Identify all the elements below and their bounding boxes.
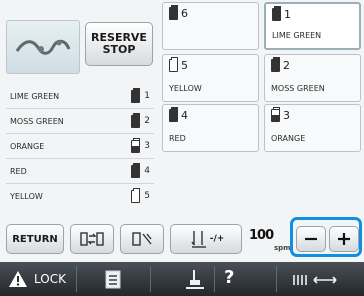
spool-icon (131, 162, 141, 178)
needle-icon (191, 231, 206, 248)
color-name: MOSS GREEN (10, 116, 64, 126)
needle-number: 2 (144, 116, 150, 126)
embroidery-panel: RESERVE STOP LIME GREEN 1 MOSS GREEN 2 O… (0, 0, 364, 257)
list-item[interactable]: ORANGE 3 (6, 133, 154, 158)
list-item[interactable]: LIME GREEN 1 (6, 84, 154, 108)
spool-icon (131, 187, 141, 203)
speed-value: 100 (249, 228, 274, 243)
speed-unit: spm (274, 244, 291, 252)
needle-id: 5 (181, 59, 188, 72)
list-item[interactable]: YELLOW 5 (6, 183, 154, 208)
spool-icon (131, 87, 141, 103)
color-name: ORANGE (10, 141, 45, 151)
needle-number: 4 (144, 166, 150, 176)
needle-cell-2[interactable]: 2 MOSS GREEN (264, 54, 361, 102)
speed-adjust-label: -/+ (209, 234, 225, 244)
needle-color-name: RED (169, 134, 186, 143)
list-item[interactable]: RED 4 (6, 158, 154, 183)
needle-id: 4 (181, 109, 188, 122)
needle-id: 6 (181, 7, 188, 20)
spool-icon (271, 107, 280, 122)
needle-cell-1[interactable]: 1 LIME GREEN (264, 2, 361, 50)
list-item[interactable]: MOSS GREEN 2 (6, 108, 154, 133)
color-name: YELLOW (10, 191, 43, 201)
spool-icon (169, 57, 178, 72)
needle-id: 3 (283, 109, 290, 122)
reserve-stop-label-line2: STOP (102, 43, 136, 56)
thread-trim-icon (132, 232, 152, 246)
spool-icon (169, 107, 178, 122)
machine-icon[interactable] (184, 268, 206, 290)
spool-icon (131, 137, 141, 153)
reserve-stop-button[interactable]: RESERVE STOP (85, 22, 153, 66)
needle-color-name: YELLOW (169, 84, 202, 93)
needle-cell-4[interactable]: 4 RED (162, 104, 259, 152)
highlight-frame (290, 217, 362, 257)
return-button[interactable]: RETURN (6, 224, 64, 254)
lock-icon (9, 271, 27, 287)
needle-number: 5 (144, 191, 150, 201)
needle-id: 1 (284, 8, 291, 21)
needle-cell-6[interactable]: 6 (162, 2, 259, 50)
needle-color-name: ORANGE (271, 134, 306, 143)
speed-adjust-button[interactable]: -/+ (170, 224, 242, 254)
lock-button[interactable]: LOCK (8, 270, 66, 288)
speed-display: 100 spm (249, 228, 290, 254)
color-name: LIME GREEN (10, 91, 60, 101)
needle-cell-5[interactable]: 5 YELLOW (162, 54, 259, 102)
swap-needles-icon (80, 232, 104, 246)
swap-needles-button[interactable] (70, 224, 114, 254)
needle-cell-3[interactable]: 3 ORANGE (264, 104, 361, 152)
needle-number: 1 (144, 91, 150, 101)
help-button[interactable]: ? (224, 267, 234, 288)
needle-bar-move-icon[interactable] (292, 272, 340, 288)
thread-color-list: LIME GREEN 1 MOSS GREEN 2 ORANGE 3 RED 4… (6, 84, 154, 208)
thread-trim-button[interactable] (120, 224, 164, 254)
spool-icon (271, 57, 280, 72)
embroidery-preview-icon (15, 39, 71, 55)
thread-list-icon[interactable] (104, 270, 122, 290)
return-label: RETURN (12, 233, 58, 245)
spool-icon (169, 5, 178, 20)
lock-label: LOCK (34, 272, 66, 286)
needle-color-name: LIME GREEN (272, 31, 322, 40)
needle-color-name: MOSS GREEN (271, 84, 325, 93)
needle-id: 2 (283, 59, 290, 72)
embroidery-preview (6, 20, 80, 74)
needle-bar-grid: 6 1 LIME GREEN 5 YELLOW 2 MOSS GREEN 4 R… (160, 0, 364, 156)
color-name: RED (10, 166, 27, 176)
spool-icon (272, 6, 281, 21)
spool-icon (131, 112, 141, 128)
needle-number: 3 (144, 141, 150, 151)
